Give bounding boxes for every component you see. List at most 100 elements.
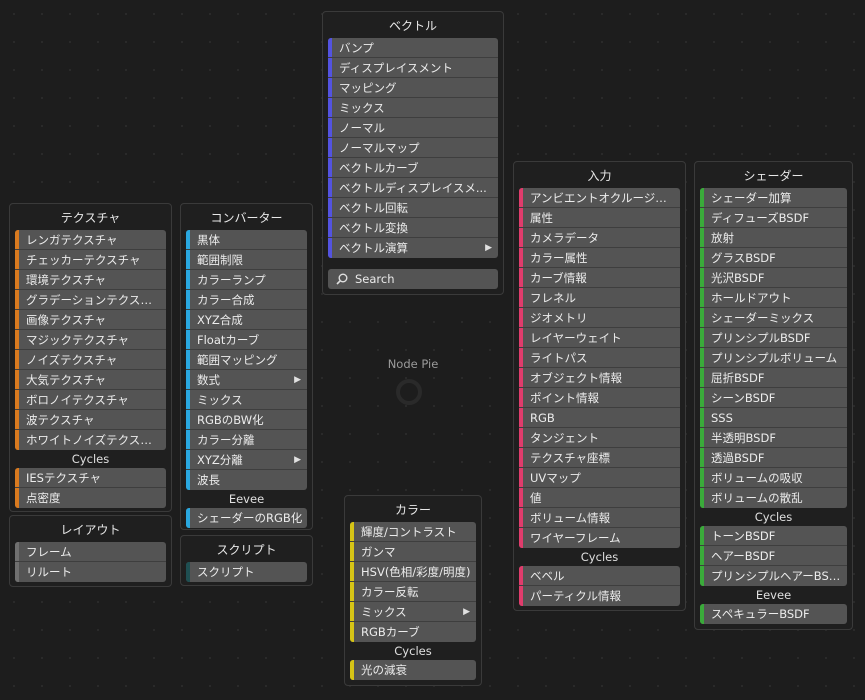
menu-item-label: ノーマルマップ <box>339 141 420 155</box>
shader-menu-item[interactable]: 光沢BSDF <box>700 268 847 288</box>
shader-menu-item[interactable]: シーンBSDF <box>700 388 847 408</box>
input-menu-item[interactable]: ライトパス <box>519 348 680 368</box>
converter-menu-item[interactable]: Floatカーブ <box>186 330 307 350</box>
texture-menu-title: テクスチャ <box>60 211 121 225</box>
input-menu-item[interactable]: レイヤーウェイト <box>519 328 680 348</box>
layout-menu-item[interactable]: リルート <box>15 562 166 582</box>
color-cycles-menu-item[interactable]: 光の減衰 <box>350 660 476 680</box>
input-menu-item[interactable]: RGB <box>519 408 680 428</box>
color-menu-item[interactable]: カラー反転 <box>350 582 476 602</box>
converter-eevee-menu-item[interactable]: シェーダーのRGB化 <box>186 508 307 528</box>
shader-cycles-menu-item[interactable]: ヘアーBSDF <box>700 546 847 566</box>
menu-item-label: 半透明BSDF <box>711 431 776 445</box>
shader-menu-item[interactable]: SSS <box>700 408 847 428</box>
converter-menu-item[interactable]: ミックス <box>186 390 307 410</box>
shader-menu-item[interactable]: ディフューズBSDF <box>700 208 847 228</box>
vector-menu-item[interactable]: ベクトルディスプレイスメ... <box>328 178 498 198</box>
input-menu-item[interactable]: UVマップ <box>519 468 680 488</box>
input-menu-item[interactable]: カラー属性 <box>519 248 680 268</box>
vector-menu-item[interactable]: ノーマルマップ <box>328 138 498 158</box>
texture-menu-item[interactable]: 画像テクスチャ <box>15 310 166 330</box>
shader-menu-item[interactable]: ホールドアウト <box>700 288 847 308</box>
layout-menu-title: レイアウト <box>60 523 121 537</box>
vector-menu-item[interactable]: バンプ <box>328 38 498 58</box>
input-menu-item[interactable]: 属性 <box>519 208 680 228</box>
shader-cycles-menu-item[interactable]: プリンシプルヘアーBSDF <box>700 566 847 586</box>
input-cycles-list: ベベル パーティクル情報 <box>519 566 680 606</box>
input-menu-item[interactable]: ジオメトリ <box>519 308 680 328</box>
submenu-arrow-icon: ▶ <box>294 375 301 385</box>
shader-menu-item[interactable]: シェーダー加算 <box>700 188 847 208</box>
texture-menu-item[interactable]: マジックテクスチャ <box>15 330 166 350</box>
menu-item-label: ディスプレイスメント <box>339 61 453 75</box>
shader-eevee-menu-item[interactable]: スペキュラーBSDF <box>700 604 847 624</box>
converter-menu-item[interactable]: カラーランプ <box>186 270 307 290</box>
input-menu-item[interactable]: ボリューム情報 <box>519 508 680 528</box>
texture-menu-item[interactable]: ノイズテクスチャ <box>15 350 166 370</box>
color-menu-item[interactable]: 輝度/コントラスト <box>350 522 476 542</box>
color-menu-item[interactable]: ガンマ <box>350 542 476 562</box>
texture-menu-item[interactable]: 環境テクスチャ <box>15 270 166 290</box>
submenu-arrow-icon: ▶ <box>463 607 470 617</box>
texture-menu-item[interactable]: グラデーションテクスチャ <box>15 290 166 310</box>
search-field[interactable]: Search <box>328 269 498 289</box>
texture-menu-item[interactable]: チェッカーテクスチャ <box>15 250 166 270</box>
vector-menu-item[interactable]: ベクトル演算 ▶ <box>328 238 498 258</box>
input-menu-item[interactable]: フレネル <box>519 288 680 308</box>
input-menu-item[interactable]: 値 <box>519 488 680 508</box>
menu-item-label: 黒体 <box>197 233 220 247</box>
input-menu-item[interactable]: タンジェント <box>519 428 680 448</box>
vector-menu-item[interactable]: ノーマル <box>328 118 498 138</box>
input-cycles-menu-item[interactable]: パーティクル情報 <box>519 586 680 606</box>
vector-menu-item[interactable]: ベクトル回転 <box>328 198 498 218</box>
converter-menu-item[interactable]: RGBのBW化 <box>186 410 307 430</box>
shader-menu-item[interactable]: シェーダーミックス <box>700 308 847 328</box>
input-menu-item[interactable]: ワイヤーフレーム <box>519 528 680 548</box>
color-menu-item[interactable]: RGBカーブ <box>350 622 476 642</box>
vector-menu-item[interactable]: ディスプレイスメント <box>328 58 498 78</box>
shader-menu-item[interactable]: 放射 <box>700 228 847 248</box>
shader-menu-item[interactable]: 透過BSDF <box>700 448 847 468</box>
shader-menu-item[interactable]: 半透明BSDF <box>700 428 847 448</box>
script-menu-item[interactable]: スクリプト <box>186 562 307 582</box>
shader-menu-item[interactable]: ボリュームの吸収 <box>700 468 847 488</box>
converter-menu-item[interactable]: 黒体 <box>186 230 307 250</box>
shader-menu-item[interactable]: グラスBSDF <box>700 248 847 268</box>
converter-menu-item[interactable]: 範囲制限 <box>186 250 307 270</box>
converter-menu-item[interactable]: XYZ分離 ▶ <box>186 450 307 470</box>
shader-menu-item[interactable]: プリンシプルBSDF <box>700 328 847 348</box>
shader-menu-item[interactable]: ボリュームの散乱 <box>700 488 847 508</box>
color-menu-item[interactable]: ミックス ▶ <box>350 602 476 622</box>
input-menu-item[interactable]: ポイント情報 <box>519 388 680 408</box>
texture-cycles-menu-item[interactable]: IESテクスチャ <box>15 468 166 488</box>
vector-menu-item[interactable]: ベクトルカーブ <box>328 158 498 178</box>
vector-menu-item[interactable]: ミックス <box>328 98 498 118</box>
texture-menu-list: レンガテクスチャ チェッカーテクスチャ 環境テクスチャ グラデーションテクスチャ 画像テ… <box>15 230 166 450</box>
shader-menu-item[interactable]: 屈折BSDF <box>700 368 847 388</box>
input-menu-item[interactable]: カメラデータ <box>519 228 680 248</box>
color-menu-item[interactable]: HSV(色相/彩度/明度) <box>350 562 476 582</box>
converter-menu-item[interactable]: 数式 ▶ <box>186 370 307 390</box>
input-menu-item[interactable]: アンビエントオクルージョン <box>519 188 680 208</box>
input-menu-item[interactable]: テクスチャ座標 <box>519 448 680 468</box>
converter-menu-item[interactable]: XYZ合成 <box>186 310 307 330</box>
shader-cycles-menu-item[interactable]: トーンBSDF <box>700 526 847 546</box>
converter-menu-item[interactable]: 範囲マッピング <box>186 350 307 370</box>
layout-menu-item[interactable]: フレーム <box>15 542 166 562</box>
texture-cycles-menu-item[interactable]: 点密度 <box>15 488 166 508</box>
converter-menu-item[interactable]: 波長 <box>186 470 307 490</box>
texture-menu-item[interactable]: 波テクスチャ <box>15 410 166 430</box>
texture-menu-item[interactable]: ボロノイテクスチャ <box>15 390 166 410</box>
shader-menu-item[interactable]: プリンシプルボリューム <box>700 348 847 368</box>
input-menu-item[interactable]: オブジェクト情報 <box>519 368 680 388</box>
texture-menu-item[interactable]: ホワイトノイズテクスチャ <box>15 430 166 450</box>
input-cycles-menu-item[interactable]: ベベル <box>519 566 680 586</box>
converter-menu-item[interactable]: カラー合成 <box>186 290 307 310</box>
color-menu-title: カラー <box>394 503 431 517</box>
texture-menu-item[interactable]: 大気テクスチャ <box>15 370 166 390</box>
texture-menu-item[interactable]: レンガテクスチャ <box>15 230 166 250</box>
converter-menu-item[interactable]: カラー分離 <box>186 430 307 450</box>
input-menu-item[interactable]: カーブ情報 <box>519 268 680 288</box>
vector-menu-item[interactable]: ベクトル変換 <box>328 218 498 238</box>
vector-menu-item[interactable]: マッピング <box>328 78 498 98</box>
